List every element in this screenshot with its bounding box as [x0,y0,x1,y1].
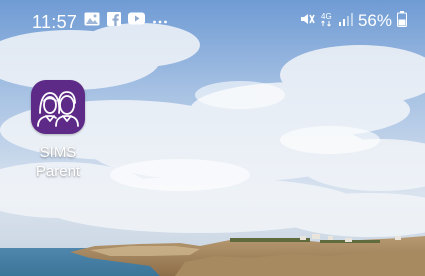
app-label-line2: Parent [35,163,81,180]
status-bar: 11:57 4G 56% [0,0,425,44]
network-4g-icon: 4G [320,11,334,32]
system-status-icons: 4G 56% [299,10,407,32]
status-time: 11:57 [32,12,78,32]
youtube-icon [128,12,145,30]
gallery-icon [84,12,100,31]
app-shortcut-sims-parent[interactable]: SIMS Parent [26,80,90,181]
network-label: 4G [321,12,332,21]
home-screen: 11:57 4G 56% SIMS Parent [0,0,425,276]
signal-strength-icon [338,12,353,31]
battery-percent: 56% [357,11,392,30]
facebook-icon [107,11,121,31]
mute-vibrate-icon [299,11,315,32]
sims-parent-icon[interactable] [31,80,85,134]
battery-icon [397,10,407,32]
app-label-line1: SIMS [39,144,77,161]
notification-icons [84,11,168,31]
more-notifications-icon [152,12,168,30]
app-label: SIMS Parent [36,143,80,181]
